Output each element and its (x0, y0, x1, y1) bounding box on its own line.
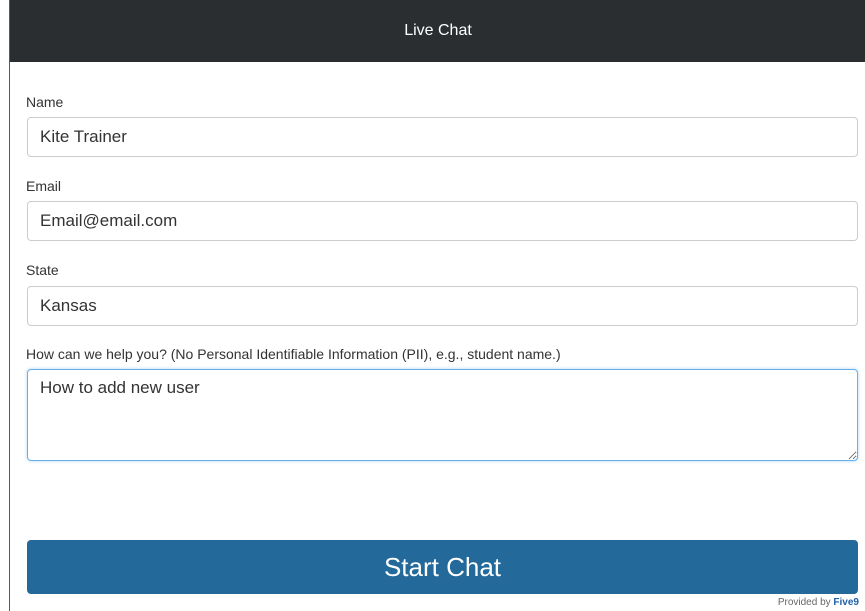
email-input[interactable] (27, 201, 858, 241)
email-label: Email (26, 178, 62, 194)
question-textarea[interactable]: How to add new user (27, 369, 858, 461)
provided-by-text: Provided by (777, 597, 834, 608)
five9-brand-link[interactable]: Five9 (833, 597, 859, 608)
chat-window: Live Chat Name Email State How can we he… (9, 0, 865, 611)
name-input[interactable] (27, 117, 858, 157)
chat-header: Live Chat (10, 0, 865, 62)
provided-by-footer: Provided by Five9 (778, 597, 859, 608)
state-input[interactable] (27, 286, 858, 326)
chat-title: Live Chat (404, 22, 472, 39)
state-label: State (26, 262, 59, 278)
name-label: Name (26, 94, 64, 110)
question-label: How can we help you? (No Personal Identi… (26, 346, 561, 362)
start-chat-button[interactable]: Start Chat (27, 540, 858, 594)
